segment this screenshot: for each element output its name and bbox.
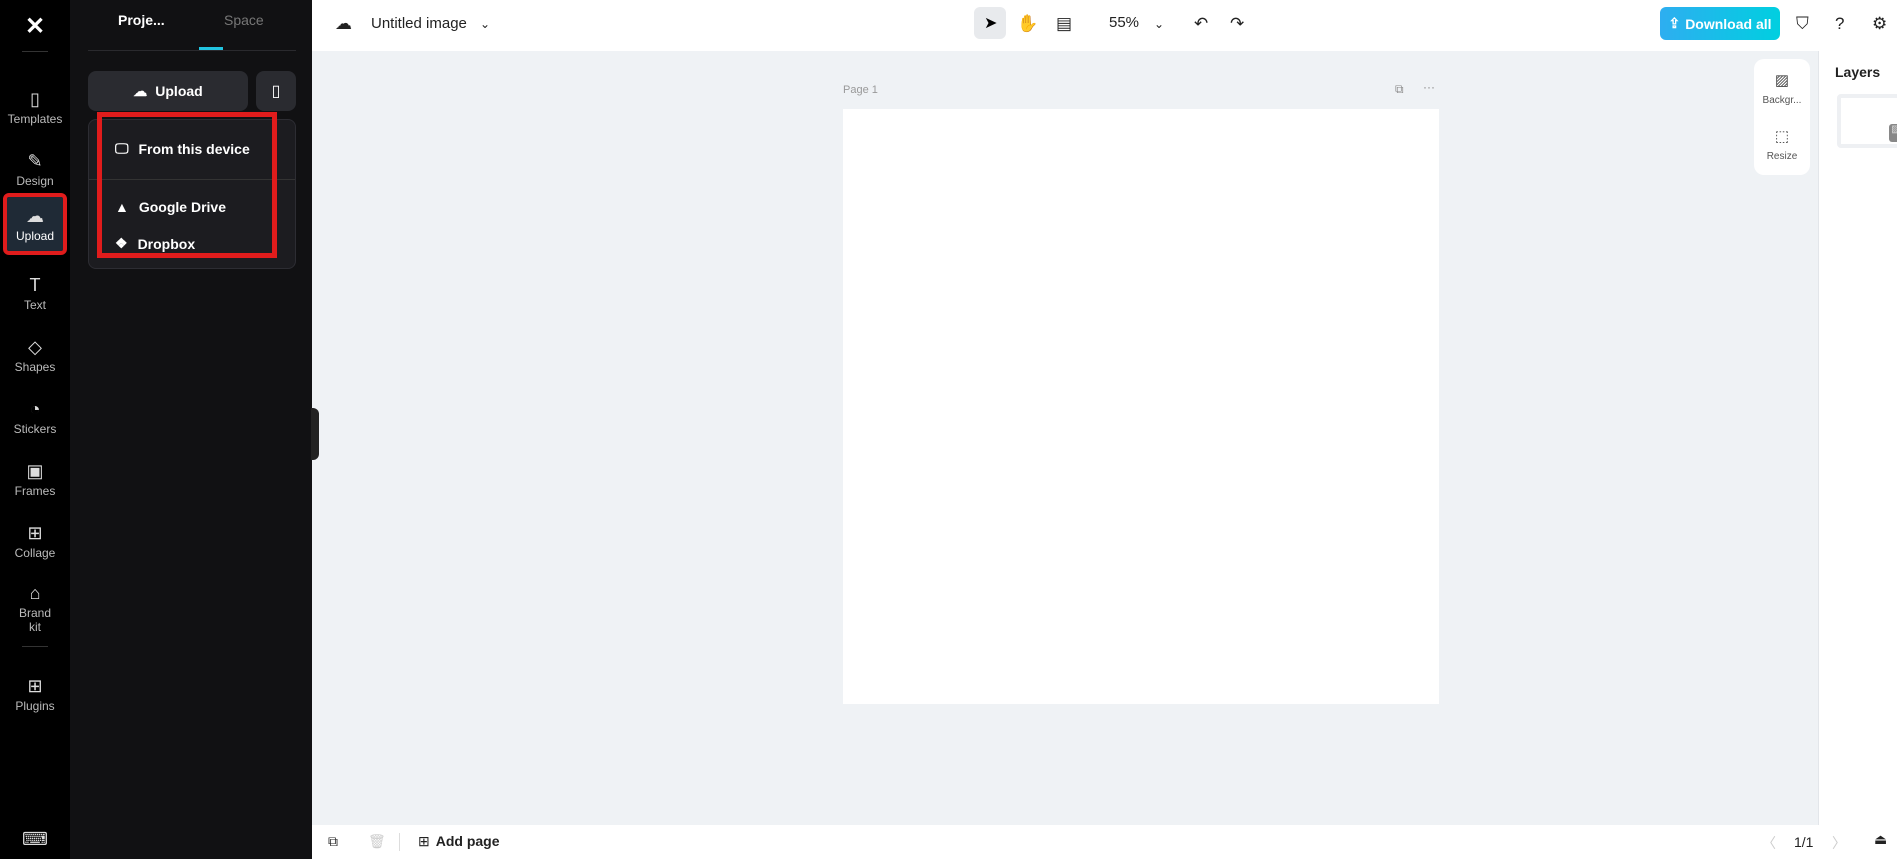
shapes-icon: ◇ (28, 336, 42, 357)
rail-item-text[interactable]: T Text (4, 264, 66, 322)
top-bar: ☁ Untitled image ⌄ ➤ ✋ ▤ 55% ⌄ ↶ ↷ ⇪ Down… (312, 0, 1897, 51)
resize-icon[interactable]: ⬚ (1754, 127, 1810, 145)
delete-icon[interactable]: 🗑 (368, 833, 386, 850)
upload-button[interactable]: ☁ Upload (88, 71, 248, 111)
label: Add page (435, 833, 500, 849)
background-layer-icon: ▨ (1889, 124, 1897, 142)
keyboard-icon: ⌨ (22, 828, 48, 849)
shield-icon[interactable]: ⛉ (1796, 14, 1809, 34)
cursor-icon: ➤ (984, 15, 998, 32)
chevron-down-icon[interactable]: ⌄ (1154, 17, 1164, 31)
label: Text (23, 297, 46, 312)
canvas-page[interactable] (843, 109, 1439, 704)
label: Stickers (13, 421, 57, 436)
cloud-upload-icon: ☁ (26, 205, 44, 226)
label: Templates (7, 111, 63, 126)
label: Frames (14, 483, 56, 498)
zoom-level[interactable]: 55% (1109, 14, 1139, 31)
layers-panel: Layers ▨ (1818, 51, 1897, 825)
page-tools: ▨ Backgr... ⬚ Resize (1754, 59, 1810, 175)
divider (399, 833, 400, 851)
left-rail: ✕ ▯ Templates ✎ Design ☁ Upload T Text ◇ Shap… (0, 0, 70, 859)
add-page-button[interactable]: ⊞ Add page (418, 833, 500, 850)
duplicate-page-icon[interactable]: ⧉ (1395, 82, 1404, 97)
background-button[interactable]: Backgr... (1754, 95, 1810, 106)
export-icon: ⇪ (1668, 15, 1681, 31)
capcut-logo-icon[interactable]: ✕ (19, 12, 51, 40)
label: Download all (1685, 15, 1772, 32)
add-duplicate-page-icon[interactable]: ⧉ (328, 833, 338, 850)
layers-title: Layers (1835, 64, 1881, 80)
rail-item-shapes[interactable]: ◇ Shapes (4, 326, 66, 384)
templates-icon: ▯ (30, 88, 40, 109)
page-label: Page 1 (843, 84, 878, 96)
previous-page-icon[interactable]: 〈 (1762, 833, 1776, 853)
label: Collage (14, 545, 56, 560)
layer-thumbnail[interactable]: ▨ (1837, 94, 1897, 148)
label: Design (16, 173, 54, 188)
upload-from-phone-button[interactable]: ▯ (256, 71, 296, 111)
upload-panel: Proje... Space ☁ Upload ▯ 🖵 From this devi… (70, 0, 312, 859)
brand-kit-icon: ⌂ (29, 582, 41, 603)
page-manager-icon[interactable]: ⏏ (1874, 831, 1887, 848)
rail-item-frames[interactable]: ▣ Frames (4, 450, 66, 508)
frames-icon: ▣ (26, 460, 44, 481)
download-all-button[interactable]: ⇪ Download all (1660, 7, 1780, 40)
rail-item-templates[interactable]: ▯ Templates (4, 78, 66, 136)
tab-space[interactable]: Space (224, 12, 264, 28)
label: Upload (155, 83, 203, 99)
select-tool-button[interactable]: ➤ (974, 7, 1006, 39)
plugins-icon: ⊞ (27, 675, 43, 696)
label: Plugins (15, 698, 55, 713)
page-count: 1/1 (1794, 834, 1814, 850)
layout-icon[interactable]: ▤ (1056, 14, 1072, 34)
bottom-bar: ⧉ 🗑 ⊞ Add page 〈 1/1 〉 ⏏ (312, 825, 1897, 859)
text-icon: T (29, 274, 41, 295)
resize-button[interactable]: Resize (1754, 151, 1810, 162)
add-page-icon: ⊞ (418, 833, 430, 849)
document-title[interactable]: Untitled image (371, 15, 467, 32)
rail-item-collage[interactable]: ⊞ Collage (4, 512, 66, 570)
stickers-icon: ◔ (29, 398, 41, 419)
rail-item-design[interactable]: ✎ Design (4, 140, 66, 198)
rail-item-stickers[interactable]: ◔ Stickers (4, 388, 66, 446)
keyboard-shortcuts-button[interactable]: ⌨ (4, 826, 66, 854)
help-icon[interactable]: ? (1835, 14, 1844, 34)
chevron-down-icon[interactable]: ⌄ (480, 17, 490, 31)
divider (88, 50, 296, 51)
active-tab-indicator (199, 47, 223, 50)
design-icon: ✎ (27, 150, 43, 171)
rail-item-brand-kit[interactable]: ⌂ Brand kit (4, 575, 66, 641)
label: Brand kit (18, 605, 52, 634)
redo-icon[interactable]: ↷ (1230, 14, 1244, 34)
rail-item-upload[interactable]: ☁ Upload (3, 193, 67, 255)
tab-project[interactable]: Proje... (118, 12, 165, 28)
more-options-icon[interactable]: ··· (1423, 80, 1435, 94)
label: Upload (15, 228, 55, 243)
cloud-save-icon: ☁ (335, 14, 352, 33)
rail-item-plugins[interactable]: ⊞ Plugins (4, 665, 66, 723)
hand-tool-icon[interactable]: ✋ (1017, 14, 1038, 34)
settings-icon[interactable]: ⚙ (1872, 14, 1887, 34)
highlight-box (97, 112, 277, 258)
cloud-upload-icon: ☁ (133, 82, 148, 99)
label: Shapes (14, 359, 56, 374)
divider (22, 646, 48, 647)
phone-icon: ▯ (271, 83, 281, 100)
undo-icon[interactable]: ↶ (1194, 14, 1208, 34)
divider (22, 51, 48, 52)
collapse-panel-handle[interactable] (311, 408, 319, 460)
next-page-icon[interactable]: 〉 (1832, 833, 1846, 853)
background-icon[interactable]: ▨ (1754, 71, 1810, 89)
collage-icon: ⊞ (27, 522, 43, 543)
